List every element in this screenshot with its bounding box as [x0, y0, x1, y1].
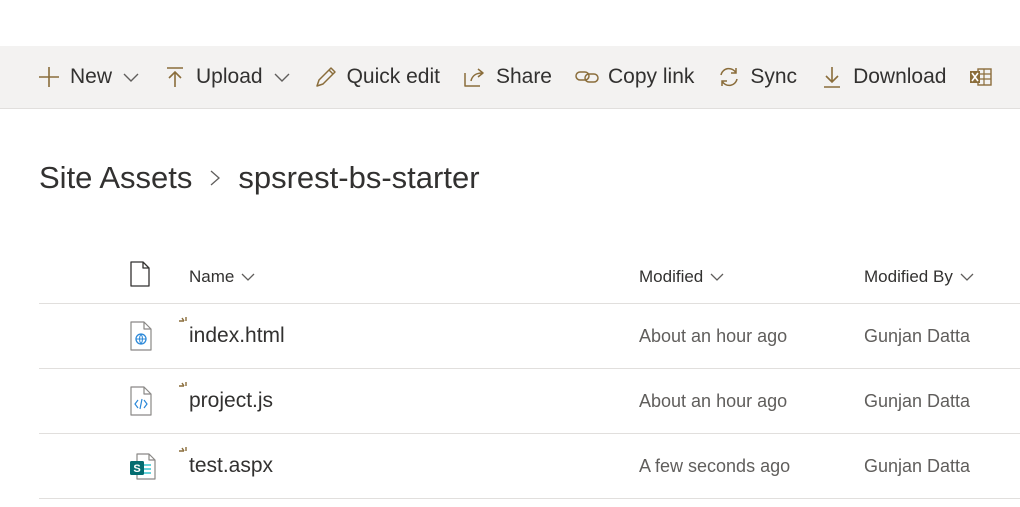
export-excel-button[interactable]: [968, 46, 1014, 108]
name-column-label: Name: [189, 266, 235, 286]
share-button[interactable]: Share: [462, 46, 564, 108]
copy-link-button[interactable]: Copy link: [574, 46, 706, 108]
quick-edit-label: Quick edit: [346, 65, 440, 88]
breadcrumb: Site Assets spsrest-bs-starter: [39, 154, 480, 202]
modified-by-value[interactable]: Gunjan Datta: [864, 391, 970, 412]
chevron-down-icon[interactable]: [122, 68, 140, 86]
command-bar: New Upload Quick edit Share Copy link Sy…: [0, 46, 1020, 109]
sync-label: Sync: [750, 65, 798, 88]
breadcrumb-site-assets[interactable]: Site Assets: [39, 160, 192, 196]
plus-icon: [36, 64, 62, 90]
chevron-down-icon: [959, 269, 975, 285]
new-label: New: [70, 65, 113, 88]
table-row[interactable]: S test.aspx A few seconds ago Gunjan Dat…: [39, 434, 1020, 499]
share-icon: [462, 64, 488, 90]
file-name-link[interactable]: test.aspx: [189, 454, 273, 478]
share-label: Share: [495, 65, 552, 88]
list-header: Name Modified Modified By: [39, 250, 1020, 304]
upload-label: Upload: [196, 65, 263, 88]
sync-icon: [716, 64, 742, 90]
chevron-right-icon: [205, 168, 225, 188]
chevron-down-icon: [240, 269, 256, 285]
breadcrumb-current-folder: spsrest-bs-starter: [238, 160, 480, 195]
table-row[interactable]: project.js About an hour ago Gunjan Datt…: [39, 369, 1020, 434]
pencil-icon: [313, 64, 339, 90]
link-icon: [574, 64, 600, 90]
table-row[interactable]: index.html About an hour ago Gunjan Datt…: [39, 304, 1020, 369]
chevron-down-icon: [709, 269, 725, 285]
modified-column-header[interactable]: Modified: [639, 250, 725, 303]
upload-button[interactable]: Upload: [162, 46, 303, 108]
sharepoint-page-icon: S: [129, 434, 157, 498]
modified-column-label: Modified: [639, 266, 704, 286]
html-file-icon: [129, 304, 153, 368]
new-button[interactable]: New: [0, 46, 152, 108]
download-icon: [819, 64, 845, 90]
modified-by-column-label: Modified By: [864, 266, 953, 286]
modified-by-value[interactable]: Gunjan Datta: [864, 456, 970, 477]
modified-by-value[interactable]: Gunjan Datta: [864, 326, 970, 347]
file-name-link[interactable]: project.js: [189, 389, 273, 413]
modified-value: About an hour ago: [639, 390, 788, 411]
code-file-icon: [129, 369, 153, 433]
download-button[interactable]: Download: [819, 46, 958, 108]
name-column-header[interactable]: Name: [189, 250, 256, 303]
file-type-column-header[interactable]: [129, 250, 151, 303]
quick-edit-button[interactable]: Quick edit: [313, 46, 452, 108]
modified-value: About an hour ago: [639, 325, 788, 346]
modified-by-column-header[interactable]: Modified By: [864, 250, 975, 303]
modified-value: A few seconds ago: [639, 455, 791, 476]
chevron-down-icon[interactable]: [273, 68, 291, 86]
sync-button[interactable]: Sync: [716, 46, 809, 108]
excel-icon: [968, 64, 994, 90]
upload-icon: [162, 64, 188, 90]
document-icon: [129, 261, 151, 292]
svg-text:S: S: [133, 463, 140, 475]
file-name-link[interactable]: index.html: [189, 324, 285, 348]
download-label: Download: [853, 65, 947, 88]
copy-link-label: Copy link: [608, 65, 695, 88]
file-list: Name Modified Modified By index.html Abo…: [39, 250, 1020, 499]
